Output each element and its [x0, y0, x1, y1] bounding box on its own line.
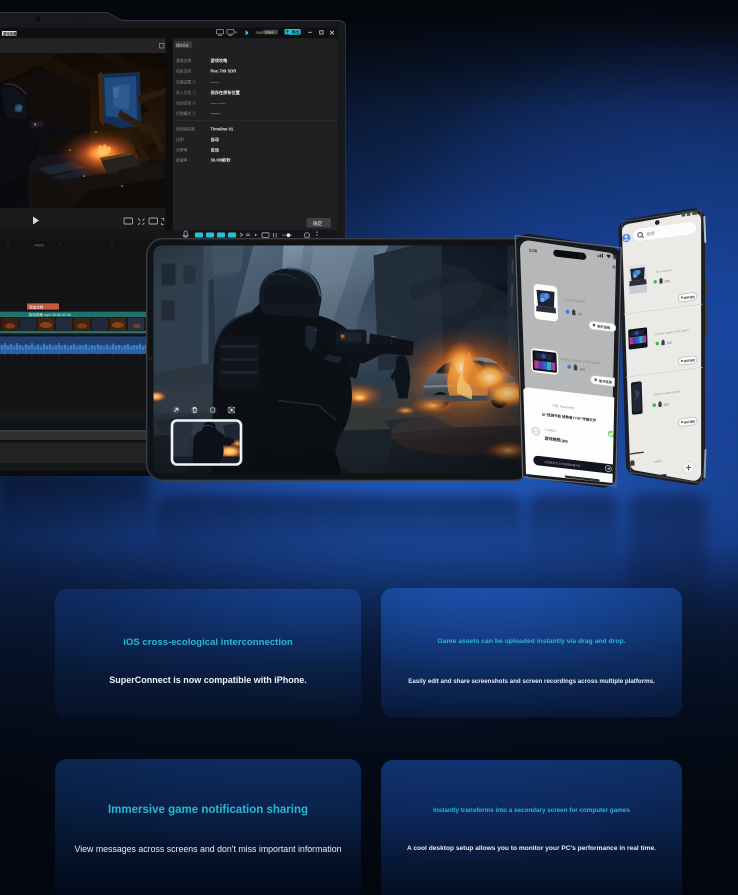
svg-text:Rec.709 SDR: Rec.709 SDR [211, 69, 237, 74]
svg-text:保存在原有位置: 保存在原有位置 [210, 89, 241, 96]
svg-text:游戏名称: 游戏名称 [176, 58, 191, 63]
svg-text:自动: 自动 [211, 146, 220, 153]
svg-text:⌁⌁⌁⌁: ⌁⌁⌁⌁ [211, 111, 222, 116]
svg-text:76: 76 [578, 312, 582, 316]
svg-text:导入方式 ①: 导入方式 ① [176, 90, 196, 95]
svg-text:压缩设置 ①: 压缩设置 ① [176, 80, 196, 85]
svg-text:游戏攻略: 游戏攻略 [3, 31, 17, 36]
svg-text:30.00帧/秒: 30.00帧/秒 [211, 157, 232, 164]
svg-text:自动: 自动 [211, 136, 220, 143]
svg-text:游戏攻略: 游戏攻略 [211, 57, 229, 64]
svg-text:比例: 比例 [176, 137, 184, 142]
svg-text:时间线名称: 时间线名称 [176, 127, 195, 132]
svg-text:媒体信息: 媒体信息 [176, 42, 189, 47]
svg-text:100: 100 [663, 402, 669, 407]
svg-text:自动识别 ①: 自动识别 ① [176, 101, 196, 106]
svg-text:Timeline 01: Timeline 01 [211, 127, 234, 132]
svg-text:确定: 确定 [313, 220, 323, 227]
svg-text:添加注释: 添加注释 [29, 304, 44, 309]
svg-text:1:00: 1:00 [622, 222, 629, 227]
svg-text:代理模式 ①: 代理模式 ① [176, 111, 196, 116]
svg-text:分辨率: 分辨率 [176, 147, 188, 152]
svg-text:——: —— [211, 80, 220, 85]
svg-text:100: 100 [579, 367, 585, 372]
svg-text:100: 100 [666, 341, 672, 346]
svg-text:24680: 24680 [34, 244, 44, 248]
svg-text:色彩空间: 色彩空间 [176, 69, 191, 74]
svg-text:SNIP: SNIP [256, 31, 265, 35]
svg-text:100: 100 [664, 279, 670, 284]
svg-text:share: share [265, 31, 274, 35]
svg-text:游戏攻略.mp4 00:00:02:04: 游戏攻略.mp4 00:00:02:04 [29, 312, 71, 317]
svg-text:帧速率: 帧速率 [176, 158, 188, 163]
svg-text:+: + [611, 262, 616, 273]
svg-text:1:00: 1:00 [529, 248, 538, 254]
svg-text:导出: 导出 [292, 30, 300, 35]
svg-text:⸺ ⸺: ⸺ ⸺ [211, 101, 226, 106]
